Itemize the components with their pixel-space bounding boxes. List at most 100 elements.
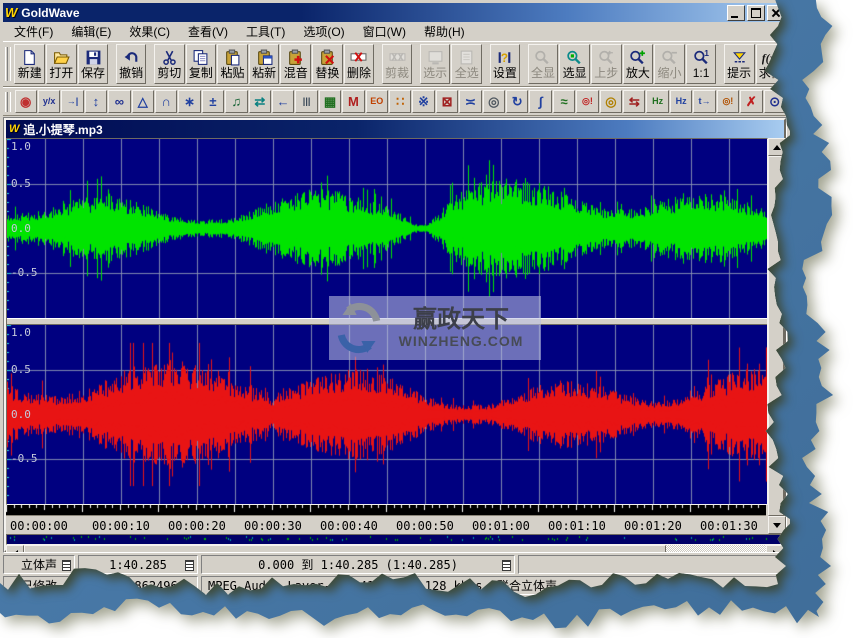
- status-menu-icon[interactable]: [185, 560, 194, 571]
- doppler-button[interactable]: ∞: [108, 90, 130, 113]
- reverse-button[interactable]: ⇄: [249, 90, 271, 113]
- title-bar[interactable]: W GoldWave: [3, 3, 787, 22]
- 剪裁-button[interactable]: 剪裁: [382, 44, 413, 84]
- horizontal-scroll-thumb[interactable]: [24, 545, 666, 553]
- flip-button[interactable]: ∩: [155, 90, 177, 113]
- pan-control-button[interactable]: ↕: [85, 90, 107, 113]
- time-warp-button[interactable]: t→: [693, 90, 715, 113]
- save-icon: [85, 49, 102, 66]
- menu-item-0[interactable]: 文件(F): [5, 22, 62, 41]
- close-icon: [772, 9, 780, 17]
- noise-reduction-button[interactable]: ▦: [319, 90, 341, 113]
- spectrum-button[interactable]: EO: [366, 90, 388, 113]
- 粘贴-button[interactable]: 粘贴: [217, 44, 248, 84]
- 打开-button[interactable]: 打开: [46, 44, 77, 84]
- zoom-in-icon: [629, 49, 646, 66]
- back-button[interactable]: ←: [272, 90, 294, 113]
- resample-button[interactable]: Hz: [670, 90, 692, 113]
- voice-removal-button[interactable]: ✗: [740, 90, 762, 113]
- 求值-button[interactable]: f(x)求值: [756, 44, 787, 84]
- 上步-button[interactable]: 上步: [591, 44, 622, 84]
- close-button[interactable]: [767, 5, 785, 21]
- menu-item-3[interactable]: 查看(V): [179, 22, 237, 41]
- spectrum-filter-button[interactable]: ∷: [389, 90, 411, 113]
- fade-volume-button[interactable]: ↻: [506, 90, 528, 113]
- match-volume-button[interactable]: ≈: [553, 90, 575, 113]
- toolbar-button-label: 删除: [347, 67, 371, 79]
- menu-item-4[interactable]: 工具(T): [237, 22, 294, 41]
- shape-volume-button[interactable]: ∫: [529, 90, 551, 113]
- fade-button[interactable]: △: [132, 90, 154, 113]
- pitch-button[interactable]: Hz: [646, 90, 668, 113]
- 保存-button[interactable]: 保存: [78, 44, 109, 84]
- 全选-button[interactable]: 全选: [451, 44, 482, 84]
- playback-rate-button[interactable]: ⊙: [764, 90, 786, 113]
- 删除-button[interactable]: 删除: [344, 44, 375, 84]
- mute-button[interactable]: M: [342, 90, 364, 113]
- 选示-button[interactable]: 选示: [420, 44, 451, 84]
- scroll-right-button[interactable]: [766, 545, 784, 553]
- seek-marker-button[interactable]: →|: [61, 90, 83, 113]
- time-label: 00:00:10: [92, 519, 150, 533]
- previous-zoom-icon: [598, 49, 615, 66]
- mechanize-button[interactable]: ∗: [178, 90, 200, 113]
- menu-item-2[interactable]: 效果(C): [120, 22, 179, 41]
- 放大-button[interactable]: 放大: [623, 44, 654, 84]
- left-channel-waveform[interactable]: [7, 139, 767, 318]
- 剪切-button[interactable]: 剪切: [154, 44, 185, 84]
- effects-toolbar: ◉y/x→|↕∞△∩∗±♫⇄←|||▦MEO∷※⊠≍◎↻∫≈◎!◎⇆HzHzt→…: [3, 87, 787, 116]
- status-menu-icon[interactable]: [62, 560, 71, 571]
- minimize-button[interactable]: [727, 5, 745, 21]
- 缩小-button[interactable]: 缩小: [654, 44, 685, 84]
- 撤销-button[interactable]: 撤销: [116, 44, 147, 84]
- document-title-bar[interactable]: W 追.小提琴.mp3: [6, 120, 784, 138]
- 复制-button[interactable]: 复制: [186, 44, 217, 84]
- offset-button[interactable]: ±: [202, 90, 224, 113]
- 全显-button[interactable]: 全显: [528, 44, 559, 84]
- toolbar-button-label: 替换: [315, 67, 339, 79]
- scroll-left-button[interactable]: [6, 545, 24, 553]
- menu-item-1[interactable]: 编辑(E): [62, 22, 120, 41]
- 提示-button[interactable]: 提示: [724, 44, 755, 84]
- toolbar-button-label: 保存: [81, 67, 105, 79]
- horizontal-scroll-track[interactable]: [666, 545, 766, 553]
- toolbar-button-label: 新建: [18, 67, 42, 79]
- maximize-button[interactable]: [747, 5, 765, 21]
- toolbar-grip[interactable]: [5, 92, 12, 112]
- volume-knob-button[interactable]: ◎: [483, 90, 505, 113]
- 选显-button[interactable]: 选显: [559, 44, 590, 84]
- 粘新-button[interactable]: 粘新: [249, 44, 280, 84]
- stereo-volume-icon: ◎: [605, 95, 616, 108]
- maximize-volume-button[interactable]: ◎!: [576, 90, 598, 113]
- center-channel-button[interactable]: ◎!: [717, 90, 739, 113]
- toolbar-button-label: 1:1: [693, 67, 710, 79]
- 替换-button[interactable]: 替换: [312, 44, 343, 84]
- expression-evaluator-icon: y/x: [43, 95, 56, 108]
- 1:1-button[interactable]: 11:1: [686, 44, 717, 84]
- scroll-up-button[interactable]: [768, 138, 786, 156]
- smoother-button[interactable]: ≍: [459, 90, 481, 113]
- control-properties-button[interactable]: ◉: [15, 90, 37, 113]
- smoother-icon: ≍: [465, 95, 476, 108]
- 新建-button[interactable]: 新建: [14, 44, 45, 84]
- stereo-volume-button[interactable]: ◎: [600, 90, 622, 113]
- expression-evaluator-button[interactable]: y/x: [38, 90, 60, 113]
- toolbar-grip[interactable]: [5, 47, 11, 81]
- channel-swap-button[interactable]: ⇆: [623, 90, 645, 113]
- shape-volume-icon: ∫: [539, 95, 543, 108]
- mix-icon: [287, 49, 304, 66]
- vertical-scroll-thumb[interactable]: [768, 156, 784, 516]
- 混音-button[interactable]: 混音: [280, 44, 311, 84]
- 设置-button[interactable]: ?设置: [490, 44, 521, 84]
- menu-item-5[interactable]: 选项(O): [294, 22, 353, 41]
- scroll-down-button[interactable]: [768, 516, 786, 534]
- menu-item-6[interactable]: 窗口(W): [354, 22, 415, 41]
- menu-item-7[interactable]: 帮助(H): [415, 22, 474, 41]
- equalizer-button[interactable]: |||: [295, 90, 317, 113]
- noise-gate-button[interactable]: ⊠: [436, 90, 458, 113]
- interpolate-button[interactable]: ♫: [225, 90, 247, 113]
- smash-button[interactable]: ※: [412, 90, 434, 113]
- status-text: 1:40.285: [109, 558, 167, 572]
- status-menu-icon[interactable]: [502, 560, 511, 571]
- delete-icon: [350, 49, 367, 66]
